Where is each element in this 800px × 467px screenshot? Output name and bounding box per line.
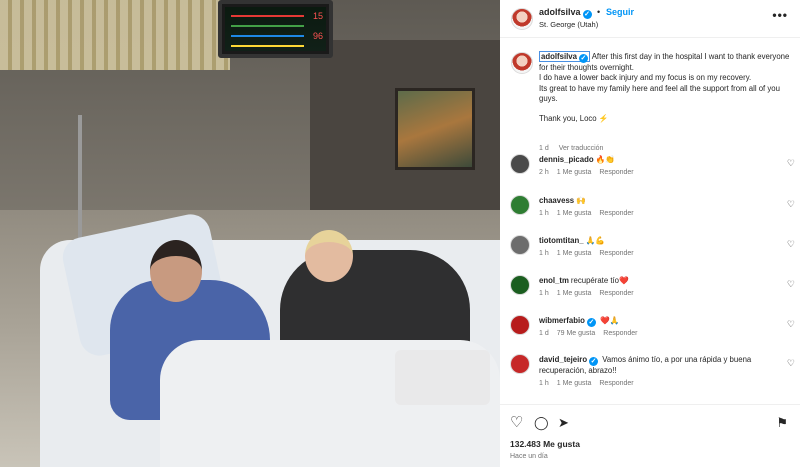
caption-avatar[interactable] bbox=[511, 52, 533, 74]
follow-button[interactable]: Seguir bbox=[606, 7, 634, 17]
comment-item: wibmerfabio ✓ ❤️🙏 1 d 79 Me gusta Responder… bbox=[510, 315, 800, 349]
reply-button[interactable]: Responder bbox=[599, 169, 633, 176]
comment-username[interactable]: wibmerfabio ✓ bbox=[539, 316, 596, 327]
comment-text: chaavess 🙌 bbox=[539, 196, 774, 206]
comment-time: 1 d bbox=[539, 330, 549, 337]
comment-avatar[interactable] bbox=[510, 275, 530, 295]
comment-likes[interactable]: 1 Me gusta bbox=[557, 169, 592, 176]
reply-button[interactable]: Responder bbox=[599, 290, 633, 297]
monitor-spo2: 96 bbox=[312, 31, 323, 41]
comment-likes[interactable]: 1 Me gusta bbox=[557, 380, 592, 387]
comment-meta: 2 h 1 Me gusta Responder bbox=[539, 169, 642, 176]
comment-meta: 1 h 1 Me gusta Responder bbox=[539, 380, 642, 387]
comment-meta: 1 d 79 Me gusta Responder bbox=[539, 330, 646, 337]
post-header: adolfsilva ✓ • Seguir St. George (Utah) •… bbox=[500, 0, 800, 38]
post-location[interactable]: St. George (Utah) bbox=[539, 20, 598, 29]
comment-like-heart-icon[interactable]: ♡ bbox=[787, 199, 795, 210]
caption-line-4: Thank you, Loco ⚡ bbox=[539, 114, 609, 124]
comment-avatar[interactable] bbox=[510, 354, 530, 374]
comment-like-heart-icon[interactable]: ♡ bbox=[787, 279, 795, 290]
comment-item: tiotomtitan_ 🙏💪 1 h 1 Me gusta Responder ♡ bbox=[510, 235, 800, 269]
photo-vitals-monitor: 15 96 bbox=[218, 0, 333, 58]
comment-text: david_tejeiro ✓ Vamos ánimo tío, a por un… bbox=[539, 355, 774, 376]
comment-likes[interactable]: 1 Me gusta bbox=[557, 210, 592, 217]
save-bookmark-icon[interactable]: ⚑ bbox=[776, 415, 788, 430]
author-username[interactable]: adolfsilva ✓ bbox=[539, 7, 592, 19]
photo-window-blinds bbox=[0, 0, 230, 70]
comment-avatar[interactable] bbox=[510, 195, 530, 215]
comment-body: 🙏💪 bbox=[585, 236, 606, 245]
photo-medical-device bbox=[395, 350, 490, 405]
more-options-icon[interactable]: ••• bbox=[772, 8, 788, 22]
see-translation-link[interactable]: Ver traducción bbox=[559, 145, 604, 152]
comment-like-heart-icon[interactable]: ♡ bbox=[787, 158, 795, 169]
verified-icon: ✓ bbox=[578, 54, 588, 63]
caption-line-2: I do have a lower back injury and my foc… bbox=[539, 73, 752, 83]
caption-meta: 1 d Ver traducción bbox=[539, 145, 611, 152]
comment-body: recupérate tío❤️ bbox=[570, 276, 629, 285]
like-heart-icon[interactable]: ♡ bbox=[510, 415, 523, 430]
verified-icon: ✓ bbox=[589, 357, 599, 366]
comment-icon[interactable]: ◯ bbox=[534, 415, 549, 430]
comment-body: ❤️🙏 bbox=[600, 316, 620, 325]
comment-time: 1 h bbox=[539, 290, 549, 297]
comment-item: chaavess 🙌 1 h 1 Me gusta Responder ♡ bbox=[510, 195, 800, 229]
verified-icon: ✓ bbox=[586, 318, 596, 327]
comment-avatar[interactable] bbox=[510, 154, 530, 174]
post-photo[interactable]: 15 96 bbox=[0, 0, 500, 467]
reply-button[interactable]: Responder bbox=[599, 210, 633, 217]
comment-like-heart-icon[interactable]: ♡ bbox=[787, 239, 795, 250]
comment-username[interactable]: dennis_picado bbox=[539, 155, 594, 164]
photo-patient-head bbox=[150, 240, 202, 302]
comment-text: dennis_picado 🔥👏 bbox=[539, 155, 774, 165]
comment-avatar[interactable] bbox=[510, 315, 530, 335]
comment-time: 2 h bbox=[539, 169, 549, 176]
comment-username[interactable]: enol_tm bbox=[539, 276, 569, 285]
comment-username[interactable]: chaavess bbox=[539, 196, 574, 205]
comment-text: tiotomtitan_ 🙏💪 bbox=[539, 236, 774, 246]
photo-visitor-head bbox=[305, 230, 353, 282]
comment-item: enol_tm recupérate tío❤️ 1 h 1 Me gusta Res… bbox=[510, 275, 800, 309]
comment-likes[interactable]: 79 Me gusta bbox=[557, 330, 596, 337]
likes-count[interactable]: 132.483 Me gusta bbox=[510, 439, 580, 449]
caption-line-3: Its great to have my family here and fee… bbox=[539, 83, 780, 103]
caption-text: adolfsilva ✓ After this first day in the … bbox=[539, 51, 794, 124]
comment-time: 1 h bbox=[539, 250, 549, 257]
reply-button[interactable]: Responder bbox=[603, 330, 637, 337]
share-icon[interactable]: ➤ bbox=[558, 415, 569, 430]
reply-button[interactable]: Responder bbox=[599, 380, 633, 387]
comment-meta: 1 h 1 Me gusta Responder bbox=[539, 250, 642, 257]
comment-time: 1 h bbox=[539, 210, 549, 217]
comment-meta: 1 h 1 Me gusta Responder bbox=[539, 290, 642, 297]
comment-likes[interactable]: 1 Me gusta bbox=[557, 250, 592, 257]
caption-username[interactable]: adolfsilva ✓ bbox=[539, 51, 590, 63]
comment-item: david_tejeiro ✓ Vamos ánimo tío, a por un… bbox=[510, 354, 800, 388]
comment-avatar[interactable] bbox=[510, 235, 530, 255]
comment-text: wibmerfabio ✓ ❤️🙏 bbox=[539, 316, 774, 327]
comment-body: 🔥👏 bbox=[595, 155, 616, 164]
comment-body: 🙌 bbox=[576, 196, 586, 205]
header-separator: • bbox=[597, 7, 601, 17]
comment-text: enol_tm recupérate tío❤️ bbox=[539, 276, 774, 286]
comment-like-heart-icon[interactable]: ♡ bbox=[787, 358, 795, 369]
post-panel: adolfsilva ✓ • Seguir St. George (Utah) •… bbox=[500, 0, 800, 467]
comment-time: 1 h bbox=[539, 380, 549, 387]
caption-time: 1 d bbox=[539, 145, 549, 152]
photo-wall-art bbox=[395, 88, 475, 170]
comment-username[interactable]: tiotomtitan_ bbox=[539, 236, 584, 245]
comment-likes[interactable]: 1 Me gusta bbox=[557, 290, 592, 297]
comment-meta: 1 h 1 Me gusta Responder bbox=[539, 210, 642, 217]
verified-icon: ✓ bbox=[582, 10, 592, 19]
author-avatar[interactable] bbox=[511, 8, 533, 30]
post-time: Hace un día bbox=[510, 453, 548, 460]
reply-button[interactable]: Responder bbox=[599, 250, 633, 257]
post-actions-footer: ♡ ◯ ➤ ⚑ 132.483 Me gusta Hace un día bbox=[500, 404, 800, 467]
comment-like-heart-icon[interactable]: ♡ bbox=[787, 319, 795, 330]
monitor-hr: 15 bbox=[312, 11, 323, 21]
comments-scroll-area[interactable]: adolfsilva ✓ After this first day in the … bbox=[500, 38, 800, 404]
comment-item: dennis_picado 🔥👏 2 h 1 Me gusta Responder ♡ bbox=[510, 154, 800, 188]
comment-username[interactable]: david_tejeiro ✓ bbox=[539, 355, 599, 366]
